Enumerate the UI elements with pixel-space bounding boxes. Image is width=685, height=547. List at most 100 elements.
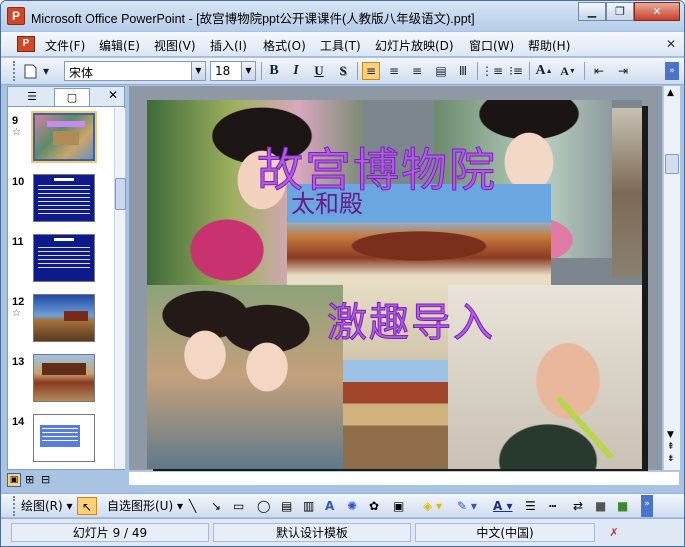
underline-button[interactable]: U (310, 62, 328, 80)
new-document-icon[interactable] (21, 62, 39, 80)
line-color-icon[interactable]: ✎ ▾ (457, 497, 477, 515)
slide-thumbnail[interactable] (33, 174, 95, 222)
shadow-style-icon[interactable]: ■ (595, 497, 606, 515)
draw-menu-label: 绘图(R) (21, 499, 63, 513)
toolbar-grip[interactable] (13, 61, 16, 81)
dash-style-icon[interactable]: ┅ (549, 497, 556, 515)
numbering-button[interactable]: ⋮≡ (481, 62, 503, 80)
slide-thumbnail-row[interactable]: 10 (8, 174, 108, 234)
menu-help[interactable]: 帮助(H) (528, 37, 570, 54)
pane-close-icon[interactable]: ✕ (108, 88, 118, 102)
thumb-text-lines (38, 185, 90, 215)
shadow-button[interactable]: S (334, 62, 352, 80)
menu-file[interactable]: 文件(F) (45, 37, 85, 54)
toolbar-grip[interactable] (13, 496, 16, 516)
close-button[interactable]: ✕ (634, 2, 680, 21)
minimize-button[interactable]: ▁ (578, 2, 606, 21)
menu-format[interactable]: 格式(O) (263, 37, 306, 54)
thumb-building (64, 311, 88, 321)
align-center-button[interactable]: ≡ (385, 62, 403, 80)
3d-style-icon[interactable]: ■ (617, 497, 628, 515)
slides-pane-scrollbar[interactable] (114, 108, 126, 469)
autoshapes-button[interactable]: 自选图形(U) ▾ (107, 497, 183, 515)
slide-heading[interactable]: 激趣导入 (327, 290, 495, 348)
font-color-icon[interactable]: A ▾ (493, 497, 513, 515)
bullets-button[interactable]: ⁝≡ (507, 62, 525, 80)
slide-number: 13 (12, 356, 25, 368)
line-icon[interactable]: ╲ (189, 497, 196, 515)
toolbar-options-icon[interactable]: ▾ (41, 62, 51, 80)
italic-button[interactable]: I (287, 62, 305, 80)
toolbar-overflow-button[interactable]: » (665, 62, 679, 80)
tab-slides[interactable]: ▢ (54, 88, 90, 106)
slide-thumbnail-row[interactable]: 12 ☆ (8, 294, 108, 354)
menu-window[interactable]: 窗口(W) (469, 37, 514, 54)
draw-menu-button[interactable]: 绘图(R) ▾ (21, 497, 73, 515)
restore-button[interactable]: ❐ (606, 2, 634, 21)
slide-thumbnail-row[interactable]: 11 (8, 234, 108, 294)
slide-thumbnail-row[interactable]: 14 (8, 414, 108, 474)
align-left-button[interactable]: ≡ (362, 62, 380, 80)
decrease-indent-button[interactable]: ⇤ (590, 62, 608, 80)
vertical-text-button[interactable]: Ⅲ (454, 62, 472, 80)
align-right-button[interactable]: ≡ (408, 62, 426, 80)
notes-pane-splitter[interactable] (129, 471, 679, 485)
menu-edit[interactable]: 编辑(E) (99, 37, 140, 54)
minimize-icon: ▁ (587, 5, 597, 18)
slideshow-icon[interactable]: ⊟ (41, 473, 50, 486)
next-slide-icon[interactable]: ⇟ (667, 454, 675, 464)
scrollbar-thumb[interactable] (115, 178, 126, 210)
chevron-down-icon[interactable]: ▼ (241, 62, 255, 80)
powerpoint-app-icon[interactable]: P (7, 7, 25, 25)
arrow-icon[interactable]: ↘ (211, 497, 221, 515)
font-size-select[interactable]: 18 ▼ (210, 61, 256, 81)
menu-slideshow[interactable]: 幻灯片放映(D) (375, 37, 454, 54)
formatting-toolbar: ▾ 宋体 ▼ 18 ▼ B I U S ≡ ≡ ≡ ▤ Ⅲ ⋮≡ ⁝≡ A ▲ A… (1, 58, 684, 85)
select-objects-icon[interactable]: ↖ (77, 497, 97, 515)
menu-tools[interactable]: 工具(T) (320, 37, 361, 54)
scroll-down-icon[interactable]: ▼ (667, 430, 674, 440)
chevron-down-icon[interactable]: ▼ (191, 62, 205, 80)
menu-insert[interactable]: 插入(I) (210, 37, 247, 54)
slide-sorter-icon[interactable]: ⊞ (25, 473, 34, 486)
line-style-icon[interactable]: ☰ (525, 497, 536, 515)
chevron-down-icon: » (669, 66, 675, 76)
normal-view-icon[interactable]: ▣ (7, 473, 21, 487)
slide-thumbnail[interactable] (33, 234, 95, 282)
scroll-up-icon[interactable]: ▲ (667, 88, 674, 98)
document-icon[interactable]: P (17, 36, 35, 52)
oval-icon[interactable]: ◯ (257, 497, 270, 515)
wordart-icon[interactable]: A (325, 497, 334, 515)
menu-view[interactable]: 视图(V) (154, 37, 196, 54)
vertical-textbox-icon[interactable]: ▥ (303, 497, 314, 515)
slide-subtitle-label[interactable]: 太和殿 (291, 184, 363, 219)
arrow-style-icon[interactable]: ⇄ (573, 497, 583, 515)
slide-thumbnail[interactable] (33, 414, 95, 462)
insert-picture-icon[interactable]: ▣ (393, 497, 404, 515)
spelling-status-icon[interactable]: ✗ (599, 523, 629, 542)
font-name-select[interactable]: 宋体 ▼ (64, 61, 206, 81)
slide-thumbnail-row[interactable]: 9 ☆ (8, 111, 108, 173)
slide-thumbnail[interactable] (31, 111, 97, 163)
distribute-button[interactable]: ▤ (432, 62, 450, 80)
bold-button[interactable]: B (265, 62, 283, 80)
previous-slide-icon[interactable]: ⇞ (667, 442, 675, 452)
decrease-font-button[interactable]: A ▼ (559, 62, 577, 80)
rectangle-icon[interactable]: ▭ (233, 497, 244, 515)
increase-font-button[interactable]: A ▲ (535, 62, 553, 80)
increase-indent-button[interactable]: ⇥ (614, 62, 632, 80)
slide-thumbnail-row[interactable]: 13 (8, 354, 108, 414)
fill-color-icon[interactable]: ◈ ▾ (423, 497, 442, 515)
clipart-icon[interactable]: ✿ (369, 497, 379, 515)
slide-thumbnail[interactable] (33, 354, 95, 402)
slide-thumbnail[interactable] (33, 294, 95, 342)
slide-canvas[interactable]: 故宫博物院 太和殿 激趣导入 (147, 100, 642, 469)
slide-scrollbar[interactable]: ▲ ▼ ⇞ ⇟ (663, 86, 680, 470)
slide-number: 10 (12, 176, 25, 188)
document-close-icon[interactable]: ✕ (666, 37, 676, 51)
textbox-icon[interactable]: ▤ (281, 497, 292, 515)
tab-outline[interactable]: ☰ (14, 88, 50, 106)
toolbar-overflow-button[interactable]: » (641, 495, 653, 517)
diagram-icon[interactable]: ✺ (347, 497, 357, 515)
scrollbar-thumb[interactable] (665, 154, 679, 174)
